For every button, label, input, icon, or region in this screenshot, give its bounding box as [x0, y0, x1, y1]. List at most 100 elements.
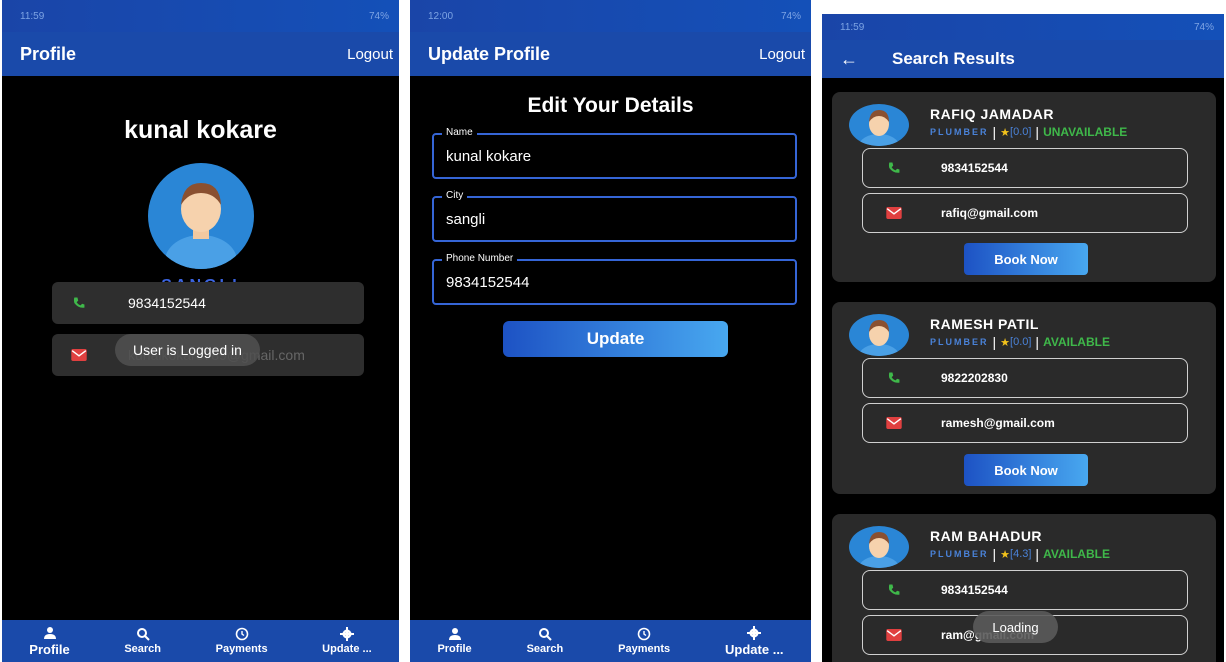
person-icon: [43, 626, 56, 639]
field-value: kunal kokare: [446, 148, 532, 165]
page-title: Update Profile: [428, 43, 551, 64]
email-row[interactable]: rafiq@gmail.com: [862, 193, 1188, 233]
profession-label: PLUMBER: [930, 127, 989, 137]
profession-label: PLUMBER: [930, 337, 989, 347]
search-icon: [136, 628, 150, 641]
status-battery: 74%: [368, 10, 389, 22]
field-value: 9834152544: [446, 274, 530, 291]
nav-update[interactable]: Update ...: [725, 625, 784, 657]
back-arrow-icon[interactable]: ←: [840, 49, 858, 70]
update-profile-screen: 12:00 74% Update Profile Logout Edit You…: [410, 0, 811, 662]
mail-icon: [886, 629, 902, 641]
user-avatar-icon: [164, 183, 237, 269]
star-icon: ★: [1000, 548, 1011, 561]
phone-icon: [888, 162, 900, 173]
profession-label: PLUMBER: [930, 549, 989, 559]
user-avatar-icon: [859, 320, 899, 356]
field-label: City: [442, 190, 468, 201]
result-card: RAFIQ JAMADAR PLUMBER | ★ [0.0] | UNAVAI…: [832, 92, 1216, 282]
mail-icon: [886, 207, 902, 219]
nav-payments[interactable]: Payments: [216, 627, 268, 655]
nav-label: Update ...: [322, 643, 372, 655]
bottom-nav: Profile Search Payments Update ...: [2, 620, 399, 662]
email-row[interactable]: ramesh@gmail.com: [862, 403, 1188, 443]
gear-icon: [747, 625, 762, 640]
avatar: [147, 163, 254, 269]
divider: |: [1035, 546, 1040, 562]
status-battery: 74%: [780, 10, 801, 22]
profile-screen: 11:59 74% Profile Logout kunal kokare SA…: [2, 0, 399, 662]
nav-search[interactable]: Search: [124, 627, 161, 655]
phone-row[interactable]: 9822202830: [862, 358, 1188, 398]
user-avatar-icon: [859, 110, 899, 146]
phone-icon: [73, 297, 85, 308]
book-now-button[interactable]: Book Now: [964, 454, 1088, 486]
app-bar: Profile Logout: [2, 32, 399, 76]
history-icon: [235, 627, 248, 641]
app-bar: Update Profile Logout: [410, 32, 811, 76]
field-value: sangli: [446, 211, 486, 228]
logout-button[interactable]: Logout: [347, 46, 393, 63]
name-field[interactable]: Name kunal kokare: [432, 127, 797, 179]
rating-value: [0.0]: [1010, 126, 1032, 138]
status-badge: AVAILABLE: [1043, 547, 1110, 561]
nav-label: Search: [124, 643, 162, 655]
star-icon: ★: [1000, 336, 1011, 349]
update-button[interactable]: Update: [503, 321, 728, 357]
rating-value: [0.0]: [1010, 336, 1032, 348]
divider: |: [992, 124, 997, 140]
mail-icon: [886, 417, 902, 429]
worker-name: RAMESH PATIL: [930, 316, 1039, 332]
result-card: RAMESH PATIL PLUMBER | ★ [0.0] | AVAILAB…: [832, 302, 1216, 494]
status-bar: 12:00 74%: [410, 0, 811, 32]
phone-row[interactable]: 9834152544: [862, 570, 1188, 610]
status-bar: 11:59 74%: [822, 14, 1224, 40]
avatar: [849, 314, 909, 356]
history-icon: [637, 627, 651, 641]
worker-name: RAM BAHADUR: [930, 528, 1043, 544]
nav-payments[interactable]: Payments: [618, 627, 670, 655]
nav-label: Payments: [618, 643, 671, 655]
nav-label: Search: [526, 643, 564, 655]
status-time: 11:59: [840, 21, 865, 33]
divider: |: [992, 546, 997, 562]
status-time: 11:59: [20, 10, 45, 22]
phone-row[interactable]: 9834152544: [862, 148, 1188, 188]
field-label: Phone Number: [442, 253, 518, 264]
loading-toast: Loading: [973, 611, 1058, 643]
status-bar: 11:59 74%: [2, 0, 399, 32]
worker-meta: PLUMBER | ★ [4.3] | AVAILABLE: [930, 546, 1110, 562]
phone-text: 9822202830: [941, 371, 1008, 385]
nav-label: Update ...: [725, 641, 784, 657]
nav-update[interactable]: Update ...: [322, 627, 372, 655]
nav-profile[interactable]: Profile: [437, 627, 472, 655]
avatar: [849, 104, 909, 146]
star-icon: ★: [1000, 126, 1011, 139]
field-label: Name: [442, 127, 477, 138]
worker-meta: PLUMBER | ★ [0.0] | AVAILABLE: [930, 334, 1110, 350]
divider: |: [1035, 334, 1040, 350]
phone-icon: [888, 584, 900, 595]
phone-field[interactable]: Phone Number 9834152544: [432, 253, 797, 305]
status-badge: AVAILABLE: [1043, 335, 1110, 349]
book-now-button[interactable]: Book Now: [964, 243, 1088, 275]
worker-name: RAFIQ JAMADAR: [930, 106, 1054, 122]
phone-icon: [888, 372, 900, 383]
avatar: [849, 526, 909, 568]
logout-button[interactable]: Logout: [759, 46, 805, 63]
divider: |: [1035, 124, 1040, 140]
status-battery: 74%: [1193, 21, 1214, 33]
nav-profile[interactable]: Profile: [29, 626, 70, 657]
status-badge: UNAVAILABLE: [1043, 125, 1128, 139]
phone-text: 9834152544: [941, 583, 1008, 597]
email-text: rafiq@gmail.com: [941, 206, 1039, 220]
rating-value: [4.3]: [1010, 548, 1032, 560]
status-time: 12:00: [428, 10, 454, 22]
city-field[interactable]: City sangli: [432, 190, 797, 242]
search-results-screen: 11:59 74% ← Search Results RAFIQ JAMADAR…: [822, 14, 1224, 662]
phone-text: 9834152544: [128, 295, 206, 311]
profile-name: kunal kokare: [124, 116, 277, 144]
mail-icon: [71, 349, 87, 361]
nav-search[interactable]: Search: [526, 627, 564, 655]
phone-text: 9834152544: [941, 161, 1008, 175]
